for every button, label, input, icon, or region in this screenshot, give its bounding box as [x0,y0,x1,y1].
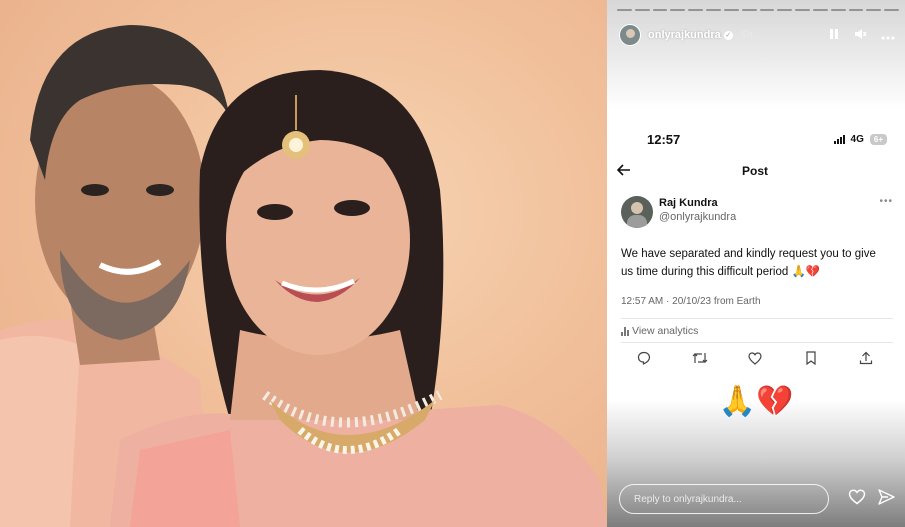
story-progress-bar [617,9,899,11]
progress-segment [830,9,846,11]
analytics-label: View analytics [632,325,699,337]
couple-photo [0,0,607,527]
author-name[interactable]: Raj Kundra [659,196,736,210]
progress-segment [652,9,668,11]
author-handle[interactable]: @onlyrajkundra [659,210,736,224]
progress-segment [723,9,739,11]
reply-input[interactable] [619,484,829,514]
progress-segment [812,9,828,11]
like-story-heart-icon[interactable] [848,488,866,510]
signal-icon [833,134,845,144]
story-panel: onlyrajkundra ✓ 6h 12:57 4G 6+ Post Raj … [607,0,905,527]
divider [621,342,893,343]
tweet-author: Raj Kundra @onlyrajkundra ••• [621,196,893,230]
couple-photo-illustration [0,25,607,527]
retweet-icon[interactable] [691,349,709,367]
progress-segment [795,9,810,11]
story-avatar[interactable] [619,24,641,46]
share-icon[interactable] [857,349,875,367]
phone-status-bar: 12:57 4G 6+ [647,131,887,147]
mute-icon[interactable] [854,28,867,43]
back-arrow-icon[interactable] [616,163,637,180]
divider [621,318,893,319]
tweet-meta: 12:57 AM · 20/10/23 from Earth [621,296,761,307]
network-label: 4G [850,133,864,145]
progress-segment [634,9,650,11]
story-reply-bar [619,484,895,514]
heart-icon[interactable] [746,349,764,367]
post-title: Post [741,164,768,178]
bookmark-icon[interactable] [802,349,820,367]
progress-segment [741,9,757,11]
author-avatar[interactable] [621,196,653,228]
progress-segment [866,9,882,11]
phone-clock: 12:57 [647,131,681,147]
progress-segment [670,9,686,11]
verified-badge-icon: ✓ [723,30,733,40]
more-icon[interactable] [881,28,895,43]
story-time-ago: 6h [740,29,753,41]
progress-segment [617,9,632,11]
tweet-more-icon[interactable]: ••• [879,196,893,230]
send-icon[interactable] [878,488,895,510]
battery-badge: 6+ [869,133,887,145]
analytics-icon [621,326,629,336]
tweet-text: We have separated and kindly request you… [621,248,876,278]
progress-segment [884,9,899,11]
reply-icon[interactable] [635,349,653,367]
progress-segment [706,9,721,11]
progress-segment [777,9,793,11]
progress-segment [688,9,704,11]
view-analytics-link[interactable]: View analytics [621,325,698,337]
pause-icon[interactable] [828,28,840,43]
story-header: onlyrajkundra ✓ 6h [619,22,895,48]
post-header-bar: Post [616,162,893,180]
story-reaction-emoji: 🙏💔 [718,385,794,418]
progress-segment [759,9,775,11]
tweet-actions [635,349,875,367]
story-username[interactable]: onlyrajkundra [648,29,721,41]
progress-segment [848,9,864,11]
